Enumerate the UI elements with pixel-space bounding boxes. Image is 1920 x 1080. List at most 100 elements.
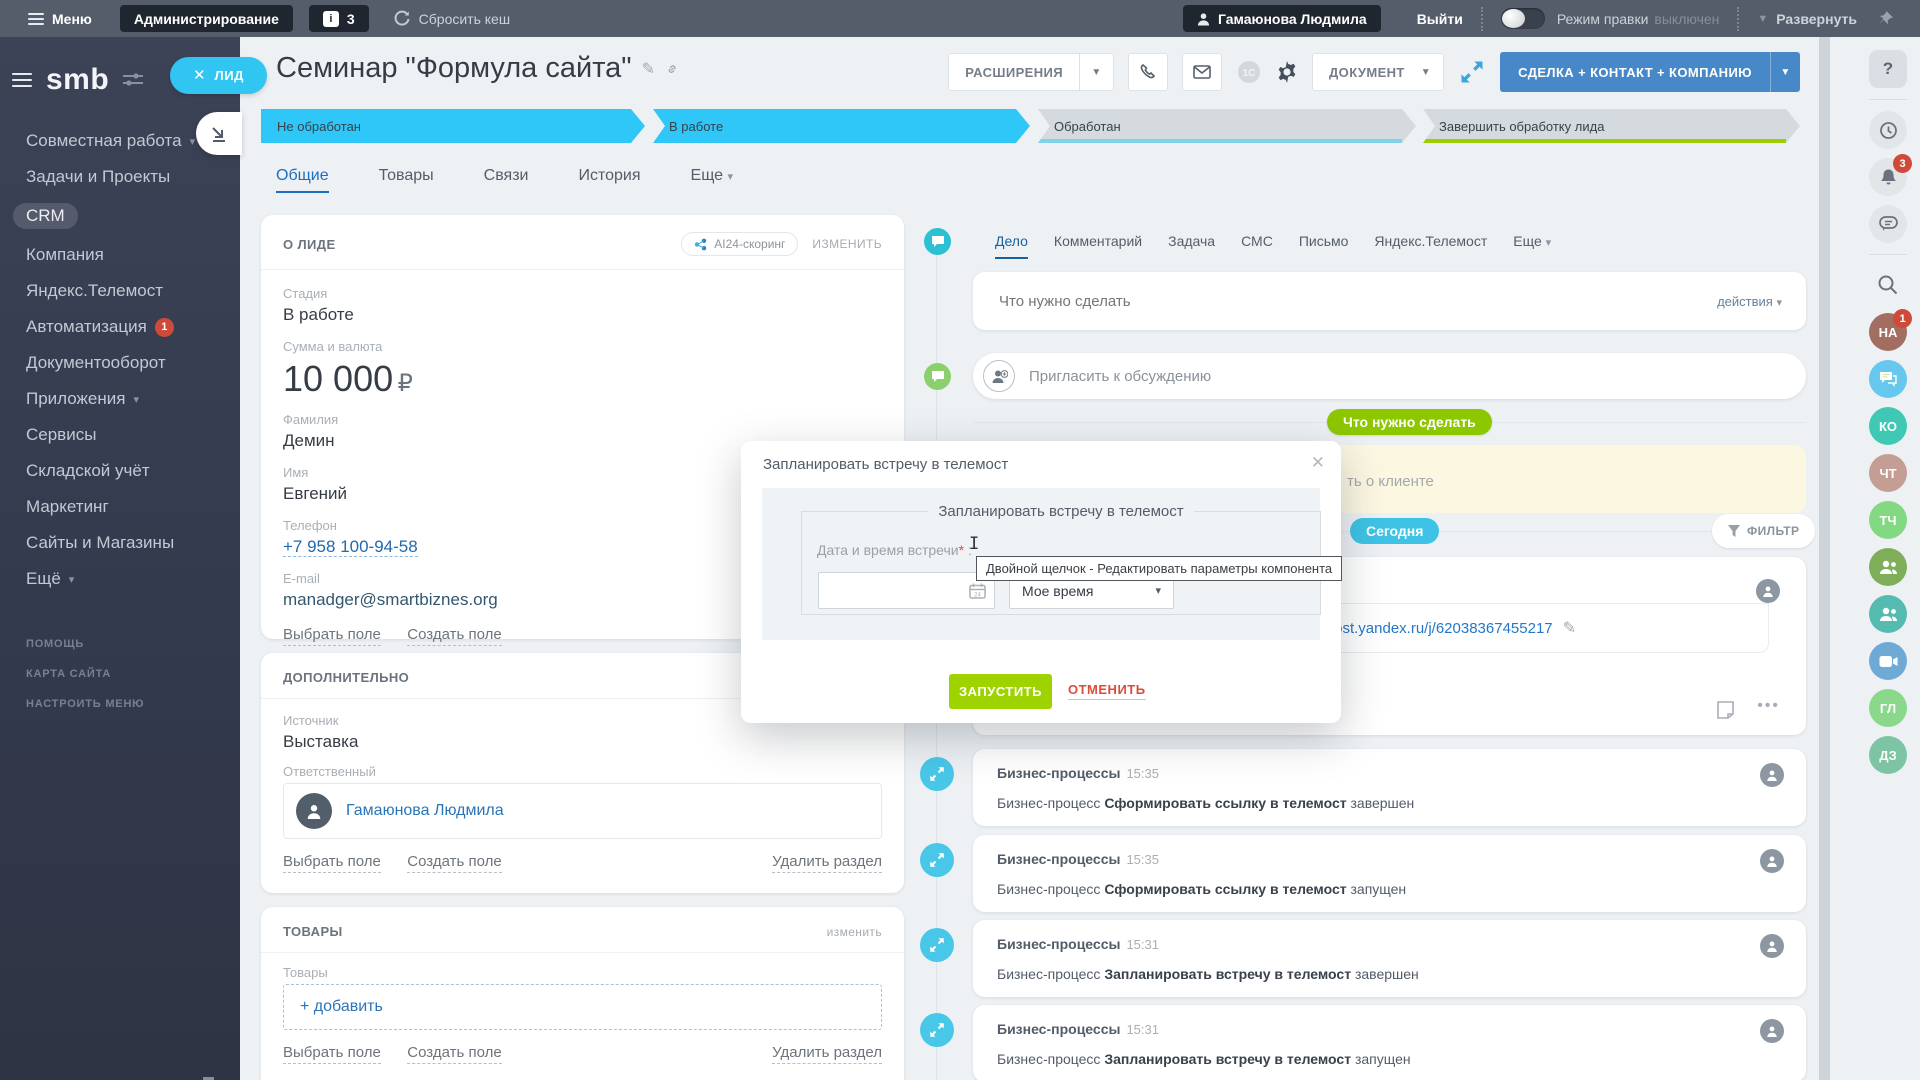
chat-user-tch[interactable]: ТЧ — [1869, 501, 1907, 539]
tab-more[interactable]: Еще ▾ — [691, 167, 734, 185]
timeline-card-bizproc[interactable]: Бизнес-процессы15:35 Бизнес-процесс Сфор… — [973, 835, 1806, 912]
select-field-link[interactable]: Выбрать поле — [283, 853, 381, 873]
create-deal-button[interactable]: СДЕЛКА + КОНТАКТ + КОМПАНИЮ ▼ — [1500, 52, 1800, 92]
edit-icon[interactable]: ✎ — [1563, 618, 1576, 638]
meeting-date-field[interactable]: 24 — [818, 572, 995, 609]
stage-not-processed[interactable]: Не обработан — [261, 109, 645, 143]
sidebar-item-inventory[interactable]: Складской учёт — [0, 453, 240, 489]
group-chat-button[interactable] — [1869, 548, 1907, 586]
tab-letter[interactable]: Письмо — [1299, 233, 1349, 249]
sidebar-item-automation[interactable]: Автоматизация1 — [0, 309, 240, 345]
close-icon[interactable]: ✕ — [193, 68, 206, 83]
close-icon[interactable]: ✕ — [1311, 453, 1325, 473]
sidebar-item-crm[interactable]: CRM — [0, 195, 240, 237]
select-field-link[interactable]: Выбрать поле — [283, 1044, 381, 1064]
responsible-name[interactable]: Гамаюнова Людмила — [346, 802, 504, 820]
more-actions-icon[interactable]: ••• — [1757, 697, 1780, 715]
create-deal-dropdown[interactable]: ▼ — [1770, 52, 1800, 92]
add-product-link[interactable]: + добавить — [300, 998, 383, 1016]
create-field-link[interactable]: Создать поле — [407, 626, 501, 646]
field-value-source[interactable]: Выставка — [283, 732, 882, 752]
sidebar-item-apps[interactable]: Приложения▾ — [0, 381, 240, 417]
timeline-card-bizproc[interactable]: Бизнес-процессы15:31 Бизнес-процесс Запл… — [973, 920, 1806, 997]
select-field-link[interactable]: Выбрать поле — [283, 626, 381, 646]
document-button[interactable]: ДОКУМЕНТ ▼ — [1312, 53, 1444, 91]
chat-user-gl[interactable]: ГЛ — [1869, 689, 1907, 727]
reset-cache-button[interactable]: Сбросить кеш — [393, 10, 510, 28]
timeline-card-bizproc[interactable]: Бизнес-процессы15:35 Бизнес-процесс Сфор… — [973, 749, 1806, 826]
delete-section-link[interactable]: Удалить раздел — [772, 1044, 882, 1064]
sidebar-item-services[interactable]: Сервисы — [0, 417, 240, 453]
history-button[interactable] — [1869, 111, 1907, 149]
responsible-user[interactable]: Гамаюнова Людмила — [283, 783, 882, 839]
stage-finish[interactable]: Завершить обработку лида — [1423, 109, 1800, 143]
email-button[interactable] — [1182, 53, 1222, 91]
tab-more[interactable]: Еще ▾ — [1513, 233, 1551, 249]
todo-badge[interactable]: Что нужно сделать — [1327, 409, 1492, 435]
search-button[interactable] — [1869, 266, 1907, 304]
vertical-scrollbar[interactable] — [1819, 37, 1830, 1080]
meeting-date-input[interactable] — [839, 576, 969, 606]
chat-user-cht[interactable]: ЧТ — [1869, 454, 1907, 492]
gear-icon[interactable] — [1276, 61, 1298, 83]
help-link[interactable]: ПОМОЩЬ — [26, 638, 144, 650]
team-chat-button[interactable] — [1869, 595, 1907, 633]
administration-button[interactable]: Администрирование — [120, 5, 293, 32]
calendar-icon[interactable]: 24 — [969, 583, 986, 599]
filter-button[interactable]: ФИЛЬТР — [1712, 514, 1815, 548]
chat-user-dz[interactable]: ДЗ — [1869, 736, 1907, 774]
expand-panel-button[interactable]: ▼ Развернуть — [1757, 11, 1857, 27]
invite-discussion-bar[interactable]: Пригласить к обсуждению — [973, 353, 1806, 399]
edit-products-link[interactable]: изменить — [827, 925, 882, 939]
logout-link[interactable]: Выйти — [1417, 11, 1463, 27]
current-user-button[interactable]: Гамаюнова Людмила — [1183, 5, 1381, 32]
email-link[interactable]: manadger@smartbiznes.org — [283, 590, 498, 609]
sidebar-item-company[interactable]: Компания — [0, 237, 240, 273]
sidebar-item-tasks[interactable]: Задачи и Проекты — [0, 159, 240, 195]
cancel-button[interactable]: ОТМЕНИТЬ — [1068, 682, 1146, 700]
chat-user-ko[interactable]: КО — [1869, 407, 1907, 445]
phone-link[interactable]: +7 958 100-94-58 — [283, 537, 418, 557]
create-field-link[interactable]: Создать поле — [407, 853, 501, 873]
dialogs-button[interactable] — [1869, 205, 1907, 243]
sidebar-item-marketing[interactable]: Маркетинг — [0, 489, 240, 525]
messenger-button[interactable] — [1869, 360, 1907, 398]
field-value-sum[interactable]: 10 000 ₽ — [283, 358, 882, 400]
stage-processed[interactable]: Обработан — [1038, 109, 1416, 143]
notifications-button[interactable]: 3 — [1869, 158, 1907, 196]
delete-section-link[interactable]: Удалить раздел — [772, 853, 882, 873]
edit-title-icon[interactable]: ✎ — [642, 59, 655, 79]
create-field-link[interactable]: Создать поле — [407, 1044, 501, 1064]
timeline-card-bizproc[interactable]: Бизнес-процессы15:31 Бизнес-процесс Запл… — [973, 1005, 1806, 1080]
notifications-counter[interactable]: i 3 — [309, 5, 369, 32]
note-icon[interactable] — [1717, 701, 1734, 719]
sidebar-item-telemost[interactable]: Яндекс.Телемост — [0, 273, 240, 309]
sidebar-item-docs[interactable]: Документооборот — [0, 345, 240, 381]
tab-relations[interactable]: Связи — [484, 167, 529, 185]
tab-sms[interactable]: СМС — [1241, 233, 1273, 249]
edit-link[interactable]: ИЗМЕНИТЬ — [812, 237, 882, 251]
copy-link-icon[interactable] — [665, 62, 679, 76]
admin-menu-button[interactable]: Меню — [28, 11, 92, 27]
call-button[interactable] — [1128, 53, 1168, 91]
tab-task[interactable]: Задача — [1168, 233, 1215, 249]
sidebar-item-sites[interactable]: Сайты и Магазины — [0, 525, 240, 561]
brand-logo[interactable]: smb — [46, 63, 109, 97]
tab-comment[interactable]: Комментарий — [1054, 233, 1142, 249]
add-product-box[interactable]: + добавить — [283, 984, 882, 1030]
tab-activity[interactable]: Дело — [995, 233, 1028, 259]
collapse-slider-button[interactable] — [196, 112, 242, 155]
edit-mode-toggle[interactable] — [1501, 8, 1545, 29]
sidebar-item-more[interactable]: Ещё▾ — [0, 561, 240, 597]
extensions-button[interactable]: РАСШИРЕНИЯ ▼ — [948, 53, 1114, 91]
stage-in-progress[interactable]: В работе — [653, 109, 1030, 143]
field-value-stage[interactable]: В работе — [283, 305, 882, 325]
configure-menu-link[interactable]: НАСТРОИТЬ МЕНЮ — [26, 698, 144, 710]
video-call-button[interactable] — [1869, 642, 1907, 680]
actions-dropdown[interactable]: действия ▾ — [1717, 294, 1782, 309]
chat-user-na[interactable]: НА 1 — [1869, 313, 1907, 351]
sliders-icon[interactable] — [123, 72, 143, 88]
run-button[interactable]: ЗАПУСТИТЬ — [949, 674, 1052, 709]
tab-telemost[interactable]: Яндекс.Телемост — [1374, 233, 1487, 249]
sidebar-hamburger-icon[interactable] — [12, 73, 32, 87]
